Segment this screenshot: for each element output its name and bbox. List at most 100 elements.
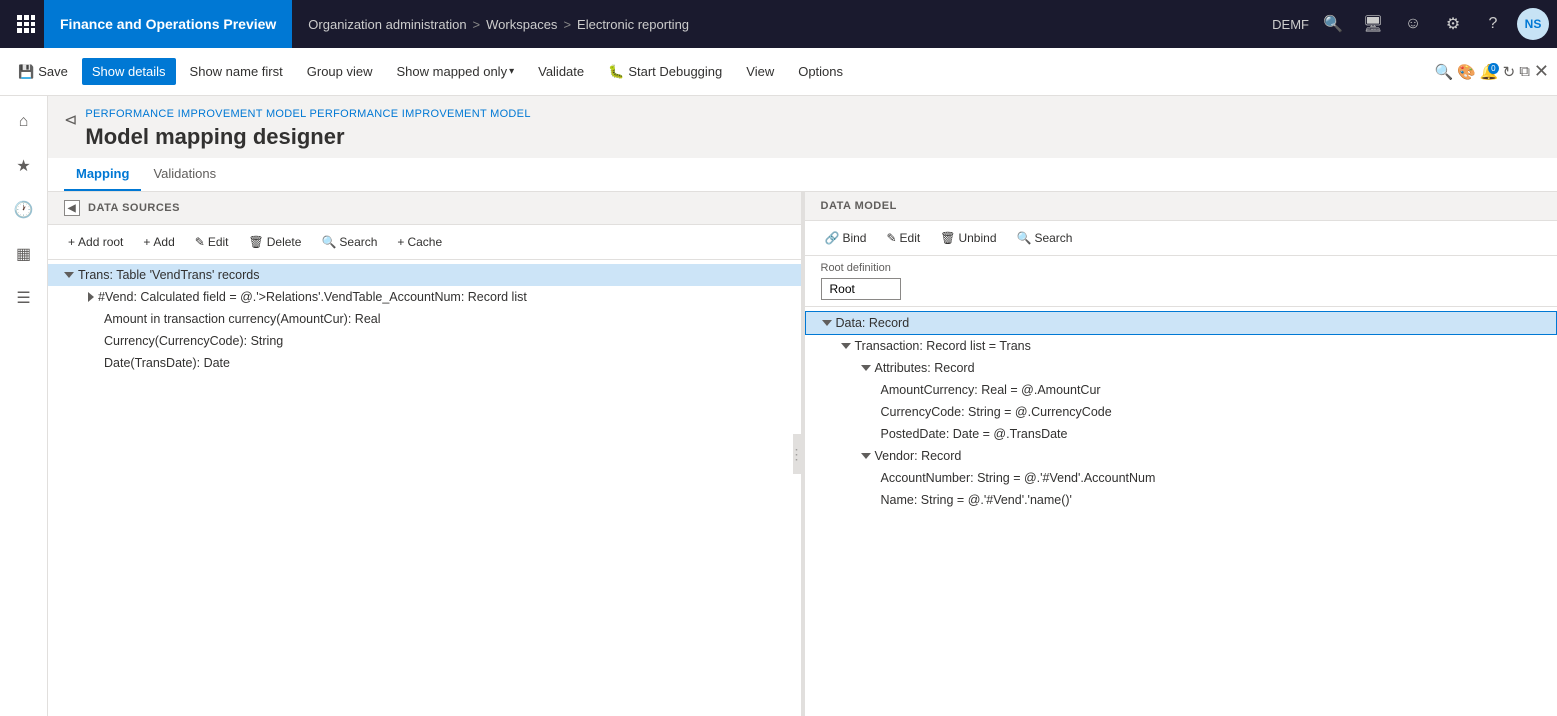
expand-icon-attributes	[861, 365, 871, 371]
sidebar-home-icon[interactable]: ⌂	[6, 104, 42, 140]
breadcrumb-er[interactable]: Electronic reporting	[577, 17, 689, 32]
add-root-button[interactable]: + Add root	[60, 231, 131, 253]
user-avatar[interactable]: NS	[1517, 8, 1549, 40]
dm-search-button[interactable]: 🔍 Search	[1009, 227, 1081, 249]
sidebar-recent-icon[interactable]: 🕐	[6, 192, 42, 228]
tree-item-data-record[interactable]: Data: Record	[805, 311, 1557, 335]
add-root-icon: +	[68, 235, 75, 249]
tree-item-trans[interactable]: Trans: Table 'VendTrans' records	[48, 264, 801, 286]
show-name-first-button[interactable]: Show name first	[180, 58, 293, 85]
expand-icon-data	[822, 320, 832, 326]
toolbar-search-icon[interactable]: 🔍	[1435, 63, 1454, 81]
top-right-controls: DEMF 🔍 🖥 ☺ ⚙ ? NS	[1272, 8, 1549, 40]
show-name-first-label: Show name first	[190, 64, 283, 79]
posted-date-label: PostedDate: Date = @.TransDate	[881, 427, 1550, 441]
tree-item-posted-date[interactable]: PostedDate: Date = @.TransDate	[805, 423, 1557, 445]
drag-handle[interactable]: ⋮	[790, 446, 804, 463]
left-sidebar: ⌂ ★ 🕐 ▦ ☰	[0, 96, 48, 716]
ds-cache-button[interactable]: + Cache	[389, 231, 450, 253]
dm-edit-icon: ✎	[886, 231, 896, 245]
data-model-header: DATA MODEL	[805, 192, 1557, 221]
tree-item-currency[interactable]: Currency(CurrencyCode): String	[48, 330, 801, 352]
ds-edit-button[interactable]: ✎ Edit	[187, 231, 237, 253]
data-sources-header: ◀ DATA SOURCES	[48, 192, 801, 225]
breadcrumb: Organization administration > Workspaces…	[292, 17, 705, 32]
data-model-panel: DATA MODEL 🔗 Bind ✎ Edit 🗑 Unbind	[805, 192, 1557, 716]
show-details-button[interactable]: Show details	[82, 58, 176, 85]
unbind-label: Unbind	[958, 231, 996, 245]
search-icon[interactable]: 🔍	[1317, 8, 1349, 40]
dm-edit-button[interactable]: ✎ Edit	[878, 227, 928, 249]
attributes-label: Attributes: Record	[875, 361, 1550, 375]
path-link-2[interactable]: PERFORMANCE IMPROVEMENT MODEL	[310, 108, 531, 120]
toolbar-expand-icon[interactable]: ⧉	[1519, 63, 1530, 80]
path-link-1[interactable]: PERFORMANCE IMPROVEMENT MODEL	[85, 108, 306, 120]
vendor-label: Vendor: Record	[875, 449, 1550, 463]
sidebar-list-icon[interactable]: ☰	[6, 280, 42, 316]
view-button[interactable]: View	[736, 58, 784, 85]
tree-item-date[interactable]: Date(TransDate): Date	[48, 352, 801, 374]
expand-icon-vend	[88, 292, 94, 302]
dm-search-label: Search	[1034, 231, 1072, 245]
add-button[interactable]: + Add	[135, 231, 182, 253]
root-def-label: Root definition	[821, 262, 1542, 274]
help-icon[interactable]: ?	[1477, 8, 1509, 40]
options-button[interactable]: Options	[788, 58, 853, 85]
breadcrumb-org[interactable]: Organization administration	[308, 17, 466, 32]
toolbar-refresh-icon[interactable]: ↻	[1503, 63, 1516, 81]
validate-button[interactable]: Validate	[528, 58, 594, 85]
ds-delete-button[interactable]: 🗑 Delete	[241, 231, 310, 253]
tree-item-name[interactable]: Name: String = @.'#Vend'.'name()'	[805, 489, 1557, 511]
tree-item-amount[interactable]: Amount in transaction currency(AmountCur…	[48, 308, 801, 330]
transaction-label: Transaction: Record list = Trans	[855, 339, 1550, 353]
start-debugging-button[interactable]: 🐛 Start Debugging	[598, 58, 732, 86]
view-label: View	[746, 64, 774, 79]
tree-item-currency-code[interactable]: CurrencyCode: String = @.CurrencyCode	[805, 401, 1557, 423]
bind-button[interactable]: 🔗 Bind	[817, 227, 875, 249]
expand-icon-trans	[64, 272, 74, 278]
monitor-icon[interactable]: 🖥	[1357, 8, 1389, 40]
show-mapped-only-dropdown[interactable]: Show mapped only ▾	[387, 58, 525, 85]
show-mapped-only-label: Show mapped only	[397, 64, 508, 79]
tab-validations[interactable]: Validations	[141, 158, 228, 191]
expand-icon-transaction	[841, 343, 851, 349]
ds-edit-label: Edit	[208, 235, 229, 249]
tree-item-attributes[interactable]: Attributes: Record	[805, 357, 1557, 379]
tree-item-amount-currency[interactable]: AmountCurrency: Real = @.AmountCur	[805, 379, 1557, 401]
options-label: Options	[798, 64, 843, 79]
filter-icon[interactable]: ⊲	[64, 110, 77, 130]
tree-item-account-number[interactable]: AccountNumber: String = @.'#Vend'.Accoun…	[805, 467, 1557, 489]
tree-item-vendor[interactable]: Vendor: Record	[805, 445, 1557, 467]
tree-item-transaction[interactable]: Transaction: Record list = Trans	[805, 335, 1557, 357]
app-title: Finance and Operations Preview	[44, 0, 292, 48]
breadcrumb-sep-1: >	[473, 17, 481, 32]
group-view-button[interactable]: Group view	[297, 58, 383, 85]
amount-label: Amount in transaction currency(AmountCur…	[104, 312, 793, 326]
add-icon: +	[143, 235, 150, 249]
ds-search-label: Search	[339, 235, 377, 249]
smiley-icon[interactable]: ☺	[1397, 8, 1429, 40]
data-sources-label: DATA SOURCES	[88, 202, 180, 214]
sidebar-star-icon[interactable]: ★	[6, 148, 42, 184]
toolbar-notify-icon[interactable]: 🔔0	[1480, 63, 1499, 81]
ds-search-button[interactable]: 🔍 Search	[313, 231, 385, 253]
group-view-label: Group view	[307, 64, 373, 79]
breadcrumb-workspaces[interactable]: Workspaces	[486, 17, 557, 32]
toolbar-close-button[interactable]: ✕	[1534, 61, 1549, 82]
ds-tree: Trans: Table 'VendTrans' records #Vend: …	[48, 260, 801, 716]
settings-icon[interactable]: ⚙	[1437, 8, 1469, 40]
sidebar-workspaces-icon[interactable]: ▦	[6, 236, 42, 272]
ds-collapse-button[interactable]: ◀	[64, 200, 80, 216]
unbind-button[interactable]: 🗑 Unbind	[932, 227, 1004, 249]
save-button[interactable]: 💾 Save	[8, 58, 78, 86]
root-def-value: Root	[821, 278, 901, 300]
breadcrumb-sep-2: >	[563, 17, 571, 32]
tree-item-vend[interactable]: #Vend: Calculated field = @.'>Relations'…	[48, 286, 801, 308]
content-area: ⊲ PERFORMANCE IMPROVEMENT MODEL PERFORMA…	[48, 96, 1557, 716]
name-label: Name: String = @.'#Vend'.'name()'	[881, 493, 1550, 507]
data-record-label: Data: Record	[836, 316, 1549, 330]
toolbar-paint-icon[interactable]: 🎨	[1457, 63, 1476, 81]
ds-toolbar: + Add root + Add ✎ Edit 🗑 Delete	[48, 225, 801, 260]
tab-mapping[interactable]: Mapping	[64, 158, 141, 191]
app-grid-icon[interactable]	[8, 6, 44, 42]
